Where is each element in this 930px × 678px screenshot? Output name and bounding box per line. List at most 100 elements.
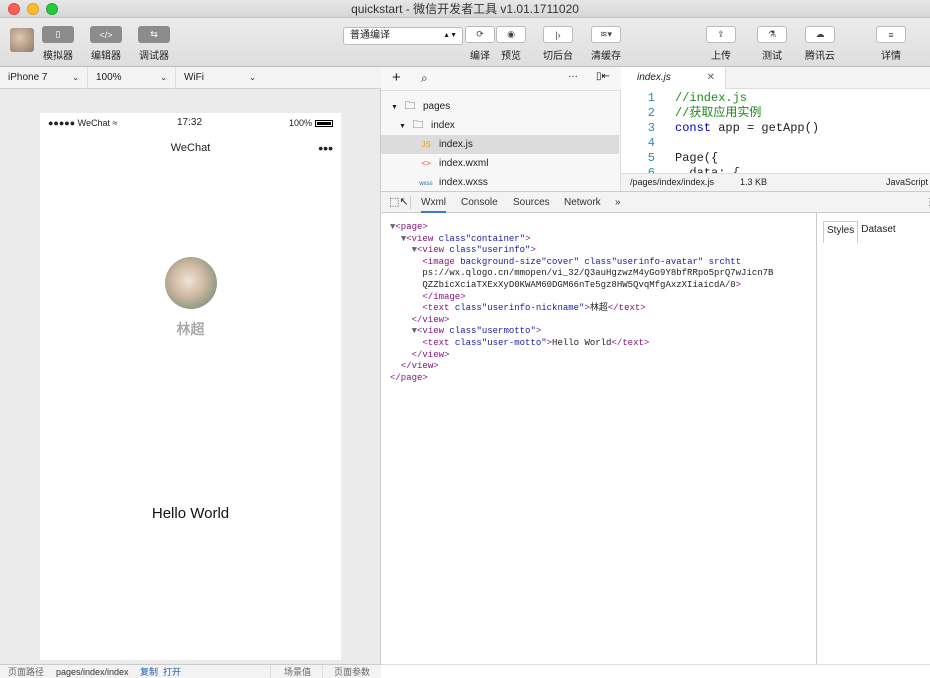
flask-icon: ⚗ bbox=[757, 26, 787, 43]
zoom-select[interactable]: 100% ⌄ bbox=[88, 67, 176, 89]
folder-icon: 🗀 bbox=[412, 119, 424, 131]
debug-icon: ⇆ bbox=[138, 26, 170, 43]
divider bbox=[322, 665, 323, 678]
add-file-icon[interactable]: + bbox=[392, 69, 401, 86]
device-select[interactable]: iPhone 7 ⌄ bbox=[0, 67, 88, 89]
divider bbox=[270, 665, 271, 678]
code-editor[interactable]: 1 //index.js 2 //获取应用实例 3 const app = getApp(… bbox=[621, 89, 930, 173]
editor-toggle-button[interactable]: </> 编辑器 bbox=[90, 26, 122, 62]
close-tab-icon[interactable]: ✕ bbox=[707, 67, 715, 89]
debugger-toggle-button[interactable]: ⇆ 调试器 bbox=[138, 26, 170, 62]
code-text: data: { bbox=[675, 166, 740, 173]
wxml-node-line[interactable]: <image background-size"cover" class"user… bbox=[390, 256, 741, 268]
code-line: 6 data: { bbox=[621, 166, 740, 173]
zoom-value: 100% bbox=[96, 72, 122, 83]
title-bar: quickstart - 微信开发者工具 v1.01.1711020 bbox=[0, 0, 930, 18]
clear-cache-button[interactable]: ≋▾ 清缓存 bbox=[591, 26, 621, 62]
file-tree-item[interactable]: ▼ 🗀 index bbox=[381, 116, 619, 135]
eye-icon: ◉ bbox=[496, 26, 526, 43]
tab-console[interactable]: Console bbox=[461, 192, 498, 213]
file-tree-item[interactable]: ▼ 🗀 pages bbox=[381, 97, 619, 116]
page-params-button[interactable]: 页面参数 bbox=[334, 665, 370, 678]
tab-styles[interactable]: Styles bbox=[823, 221, 859, 243]
compile-label: 编译 bbox=[470, 51, 490, 62]
more-tabs-icon[interactable]: » bbox=[615, 192, 621, 213]
preview-label: 预览 bbox=[501, 51, 521, 62]
editor-tab-label: index.js bbox=[637, 72, 671, 83]
wxml-node-line[interactable]: </view> bbox=[390, 349, 450, 361]
disclosure-triangle-icon[interactable]: ▼ bbox=[399, 117, 409, 136]
phone-screen[interactable]: ●●●●● WeChat ≈ 17:32 100% WeChat ••• 林超 … bbox=[40, 113, 341, 660]
tab-wxml[interactable]: Wxml bbox=[421, 192, 446, 213]
wxml-node-line[interactable]: </view> bbox=[390, 314, 450, 326]
tab-dataset[interactable]: Dataset bbox=[858, 221, 898, 243]
carrier-text: ●●●●● WeChat ≈ bbox=[48, 118, 118, 128]
wxml-node-line[interactable]: ▼<view class"usermotto"> bbox=[390, 325, 542, 337]
select-caret-icon: ▲▼ bbox=[443, 32, 457, 39]
preview-button[interactable]: ◉ 预览 bbox=[496, 26, 526, 62]
close-window-button[interactable] bbox=[8, 3, 20, 15]
wxml-node-line[interactable]: </view> bbox=[390, 360, 439, 372]
inspect-element-icon[interactable]: ⬚↖ bbox=[389, 192, 409, 213]
wxml-file-icon: <> bbox=[421, 159, 431, 168]
wxml-node-line[interactable]: </page> bbox=[390, 372, 428, 384]
minimize-window-button[interactable] bbox=[27, 3, 39, 15]
styles-tab-bar: Styles Dataset bbox=[823, 221, 899, 243]
network-select[interactable]: WiFi ⌄ bbox=[176, 67, 264, 89]
devtools-menu-icon[interactable]: ⋮ bbox=[925, 192, 930, 213]
wxml-tree[interactable]: ▼<page> ▼<view class"container"> ▼<view … bbox=[381, 213, 816, 664]
wxml-node-line[interactable]: ps://wx.qlogo.cn/mmopen/vi_32/Q3auHgzwzM… bbox=[390, 267, 773, 279]
language-mode[interactable]: JavaScript bbox=[886, 174, 928, 191]
test-button[interactable]: ⚗ 测试 bbox=[757, 26, 787, 62]
background-button[interactable]: |› 切后台 bbox=[543, 26, 573, 62]
line-number: 6 bbox=[647, 166, 655, 173]
wxml-node-line[interactable]: ▼<view class"userinfo"> bbox=[390, 244, 536, 256]
file-tree-label: pages bbox=[423, 101, 451, 112]
userinfo-avatar[interactable] bbox=[165, 257, 217, 309]
compile-mode-select[interactable]: 普通编译 ▲▼ bbox=[343, 27, 463, 45]
window-title: quickstart - 微信开发者工具 v1.01.1711020 bbox=[351, 2, 579, 16]
disclosure-triangle-icon[interactable]: ▼ bbox=[391, 98, 401, 117]
maximize-window-button[interactable] bbox=[46, 3, 58, 15]
files-toolbar: + ⌕ ··· ▯⇤ bbox=[381, 67, 621, 91]
page-path-bar: 页面路径 pages/index/index 复制 打开 场景值 页面参数 bbox=[0, 664, 381, 678]
wxml-node-line[interactable]: ▼<page> bbox=[390, 221, 428, 233]
compile-button[interactable]: ⟳ 编译 bbox=[465, 26, 495, 62]
collapse-panel-icon[interactable]: ▯⇤ bbox=[596, 71, 610, 82]
file-tree-item[interactable]: <> index.wxml bbox=[381, 154, 619, 173]
upload-button[interactable]: ⇪ 上传 bbox=[706, 26, 736, 62]
open-path-link[interactable]: 打开 bbox=[163, 665, 181, 678]
code-line: 4 bbox=[621, 136, 675, 151]
editor-tab-index-js[interactable]: index.js ✕ bbox=[621, 67, 726, 89]
user-motto: Hello World bbox=[151, 505, 230, 522]
wxml-node-line[interactable]: </image> bbox=[390, 291, 465, 303]
more-icon[interactable]: ··· bbox=[568, 71, 578, 82]
wxml-node-line[interactable]: QZZbicXciaTXExXyD0KWAM60DGM66nTe5gz8HW5Q… bbox=[390, 279, 741, 291]
device-value: iPhone 7 bbox=[8, 72, 48, 83]
wxml-node-line[interactable]: <text class"userinfo-nickname">林超</text> bbox=[390, 302, 645, 314]
simulator-toggle-button[interactable]: ▯ 模拟器 bbox=[42, 26, 74, 62]
file-tree-item[interactable]: wxss index.wxss bbox=[381, 173, 619, 192]
phone-status-bar: ●●●●● WeChat ≈ 17:32 100% bbox=[40, 113, 341, 133]
file-tree-label: index.wxml bbox=[439, 158, 489, 169]
wxml-node-line[interactable]: ▼<view class"container"> bbox=[390, 233, 531, 245]
file-tree-item[interactable]: JS index.js bbox=[381, 135, 619, 154]
path-value: pages/index/index bbox=[56, 667, 129, 677]
clock: 17:32 bbox=[177, 117, 203, 128]
device-bar: iPhone 7 ⌄ 100% ⌄ WiFi ⌄ bbox=[0, 67, 381, 89]
copy-path-link[interactable]: 复制 bbox=[140, 665, 158, 678]
line-number: 2 bbox=[647, 106, 655, 120]
tab-network[interactable]: Network bbox=[564, 192, 601, 213]
devtools-footer bbox=[381, 664, 930, 678]
search-icon[interactable]: ⌕ bbox=[421, 71, 428, 86]
more-menu-icon[interactable]: ••• bbox=[318, 133, 333, 163]
tab-sources[interactable]: Sources bbox=[513, 192, 550, 213]
wxml-node-line[interactable]: <text class"user-motto">Hello World</tex… bbox=[390, 337, 649, 349]
scene-value-button[interactable]: 场景值 bbox=[284, 665, 311, 678]
chevron-down-icon: ⌄ bbox=[249, 73, 256, 82]
line-number: 1 bbox=[647, 91, 655, 105]
user-avatar[interactable] bbox=[10, 28, 34, 52]
details-button[interactable]: ≡ 详情 bbox=[876, 26, 906, 62]
upload-label: 上传 bbox=[711, 51, 731, 62]
tencent-cloud-button[interactable]: ☁ 腾讯云 bbox=[805, 26, 835, 62]
